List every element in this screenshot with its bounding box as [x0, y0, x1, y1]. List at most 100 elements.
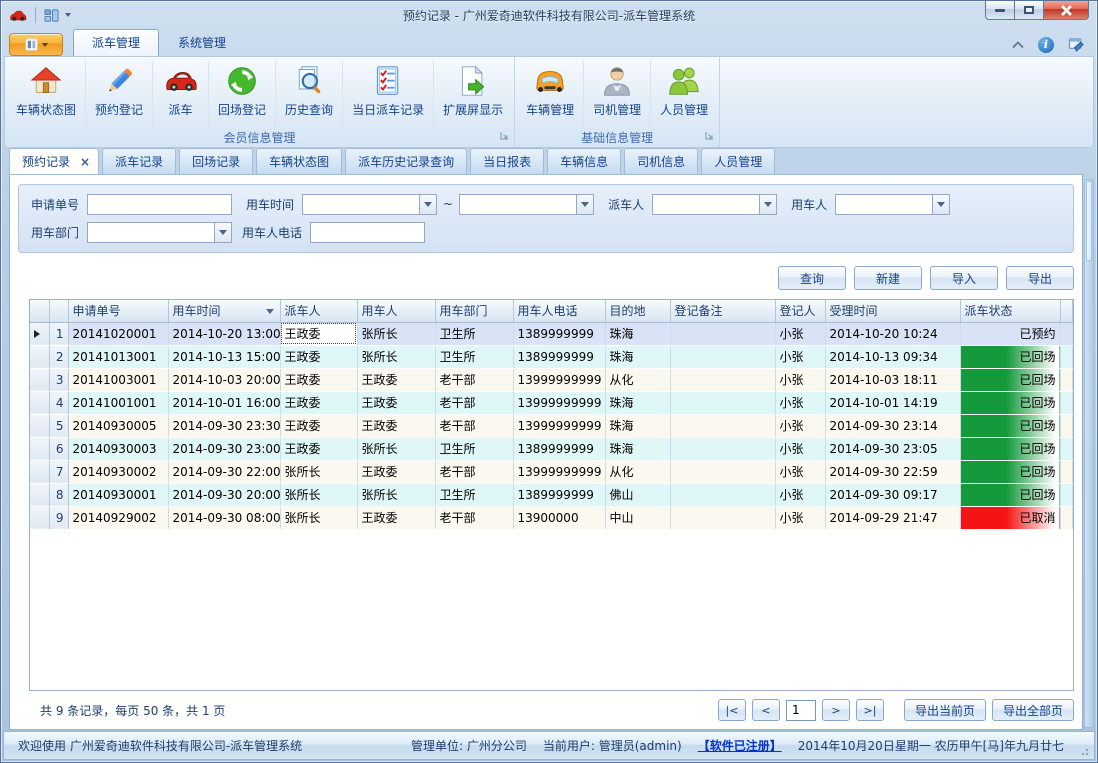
cell[interactable]: 张所长 — [357, 322, 435, 345]
cell[interactable]: 老干部 — [435, 506, 513, 529]
cell[interactable]: 张所长 — [280, 483, 357, 506]
phone-input[interactable] — [310, 222, 425, 243]
cell[interactable]: 13999999999 — [513, 414, 605, 437]
status-badge[interactable]: 已回场 — [960, 414, 1060, 437]
cell[interactable]: 2014-10-20 10:24 — [825, 322, 960, 345]
status-badge[interactable]: 已预约 — [960, 322, 1060, 345]
cell[interactable]: 2014-10-01 14:19 — [825, 391, 960, 414]
ribbon-button-recycle[interactable]: 回场登记 — [209, 59, 276, 128]
cell[interactable]: 卫生所 — [435, 345, 513, 368]
close-button[interactable] — [1044, 1, 1089, 20]
column-header-2[interactable]: 派车人 — [280, 300, 357, 322]
ribbon-tab-dispatch[interactable]: 派车管理 — [73, 29, 159, 56]
table-row[interactable]: 7201409300022014-09-30 22:00张所长王政委老干部139… — [30, 460, 1073, 483]
prev-page-button[interactable]: < — [752, 699, 780, 721]
cell[interactable]: 2014-10-20 13:00 — [168, 322, 280, 345]
cell[interactable] — [670, 483, 775, 506]
cell[interactable]: 20140929002 — [68, 506, 168, 529]
doc-tab-8[interactable]: 人员管理 — [701, 148, 775, 174]
cell[interactable]: 13900000 — [513, 506, 605, 529]
column-header-9[interactable]: 受理时间 — [825, 300, 960, 322]
cell[interactable]: 卫生所 — [435, 437, 513, 460]
cell[interactable]: 2014-09-30 09:17 — [825, 483, 960, 506]
cell[interactable]: 小张 — [775, 506, 825, 529]
cell[interactable]: 1389999999 — [513, 483, 605, 506]
ribbon-button-extend-screen[interactable]: 扩展屏显示 — [434, 59, 512, 128]
cell[interactable]: 小张 — [775, 345, 825, 368]
cell[interactable]: 王政委 — [357, 391, 435, 414]
cell[interactable]: 20141013001 — [68, 345, 168, 368]
page-input[interactable] — [786, 700, 816, 721]
close-tab-icon[interactable]: × — [80, 155, 90, 169]
skin-style-icon[interactable] — [1068, 36, 1085, 53]
cell[interactable]: 从化 — [605, 368, 670, 391]
doc-tab-3[interactable]: 车辆状态图 — [256, 148, 342, 174]
license-link[interactable]: 【软件已注册】 — [698, 737, 782, 754]
cell[interactable]: 从化 — [605, 460, 670, 483]
minimize-button[interactable] — [985, 1, 1015, 20]
export-current-page-button[interactable]: 导出当前页 — [904, 699, 986, 721]
cell[interactable]: 王政委 — [280, 391, 357, 414]
cell[interactable] — [670, 322, 775, 345]
cell[interactable]: 卫生所 — [435, 322, 513, 345]
column-header-0[interactable]: 申请单号 — [68, 300, 168, 322]
cell[interactable]: 小张 — [775, 460, 825, 483]
last-page-button[interactable]: >| — [856, 699, 884, 721]
cell[interactable]: 20140930005 — [68, 414, 168, 437]
cell[interactable]: 1389999999 — [513, 345, 605, 368]
info-icon[interactable]: i — [1038, 37, 1054, 53]
collapse-ribbon-icon[interactable] — [1012, 41, 1024, 49]
cell[interactable]: 小张 — [775, 483, 825, 506]
dialog-launcher-icon[interactable] — [500, 131, 510, 141]
cell[interactable]: 13999999999 — [513, 460, 605, 483]
table-row[interactable]: 3201410030012014-10-03 20:00王政委王政委老干部139… — [30, 368, 1073, 391]
cell[interactable]: 2014-10-01 16:00 — [168, 391, 280, 414]
doc-tab-1[interactable]: 派车记录 — [102, 148, 176, 174]
maximize-button[interactable] — [1015, 1, 1044, 20]
status-badge[interactable]: 已回场 — [960, 391, 1060, 414]
cell[interactable]: 1389999999 — [513, 437, 605, 460]
cell[interactable]: 20140930003 — [68, 437, 168, 460]
export-all-pages-button[interactable]: 导出全部页 — [992, 699, 1074, 721]
cell[interactable]: 张所长 — [280, 460, 357, 483]
cell[interactable]: 王政委 — [357, 414, 435, 437]
cell[interactable]: 卫生所 — [435, 483, 513, 506]
ribbon-button-people[interactable]: 人员管理 — [651, 59, 717, 128]
cell[interactable]: 珠海 — [605, 414, 670, 437]
time-to-combo[interactable] — [459, 194, 594, 215]
cell[interactable]: 2014-09-30 23:00 — [168, 437, 280, 460]
cell[interactable]: 13999999999 — [513, 368, 605, 391]
table-row[interactable]: 6201409300032014-09-30 23:00王政委张所长卫生所138… — [30, 437, 1073, 460]
cell[interactable]: 老干部 — [435, 391, 513, 414]
cell[interactable]: 小张 — [775, 368, 825, 391]
ribbon-button-history-search[interactable]: 历史查询 — [276, 59, 343, 128]
cell[interactable] — [670, 391, 775, 414]
cell[interactable]: 中山 — [605, 506, 670, 529]
cell[interactable]: 王政委 — [280, 437, 357, 460]
cell[interactable]: 20140930002 — [68, 460, 168, 483]
cell[interactable]: 小张 — [775, 391, 825, 414]
column-header-7[interactable]: 登记备注 — [670, 300, 775, 322]
app-no-input[interactable] — [87, 194, 232, 215]
cell[interactable]: 小张 — [775, 322, 825, 345]
status-badge[interactable]: 已回场 — [960, 437, 1060, 460]
doc-tab-7[interactable]: 司机信息 — [624, 148, 698, 174]
column-header-8[interactable]: 登记人 — [775, 300, 825, 322]
doc-tab-0[interactable]: 预约记录× — [9, 148, 99, 174]
cell[interactable]: 2014-09-30 22:59 — [825, 460, 960, 483]
first-page-button[interactable]: |< — [718, 699, 746, 721]
cell[interactable]: 老干部 — [435, 460, 513, 483]
cell[interactable]: 小张 — [775, 414, 825, 437]
status-badge[interactable]: 已回场 — [960, 345, 1060, 368]
cell[interactable]: 13999999999 — [513, 391, 605, 414]
ribbon-button-driver[interactable]: 司机管理 — [584, 59, 651, 128]
cell[interactable]: 小张 — [775, 437, 825, 460]
cell[interactable]: 王政委 — [357, 506, 435, 529]
cell[interactable]: 20141001001 — [68, 391, 168, 414]
table-row[interactable]: 8201409300012014-09-30 20:00张所长张所长卫生所138… — [30, 483, 1073, 506]
table-row[interactable]: 9201409290022014-09-30 08:00张所长王政委老干部139… — [30, 506, 1073, 529]
status-badge[interactable]: 已回场 — [960, 483, 1060, 506]
cell[interactable]: 珠海 — [605, 437, 670, 460]
vertical-scrollbar[interactable] — [1084, 179, 1094, 728]
cell[interactable] — [670, 460, 775, 483]
